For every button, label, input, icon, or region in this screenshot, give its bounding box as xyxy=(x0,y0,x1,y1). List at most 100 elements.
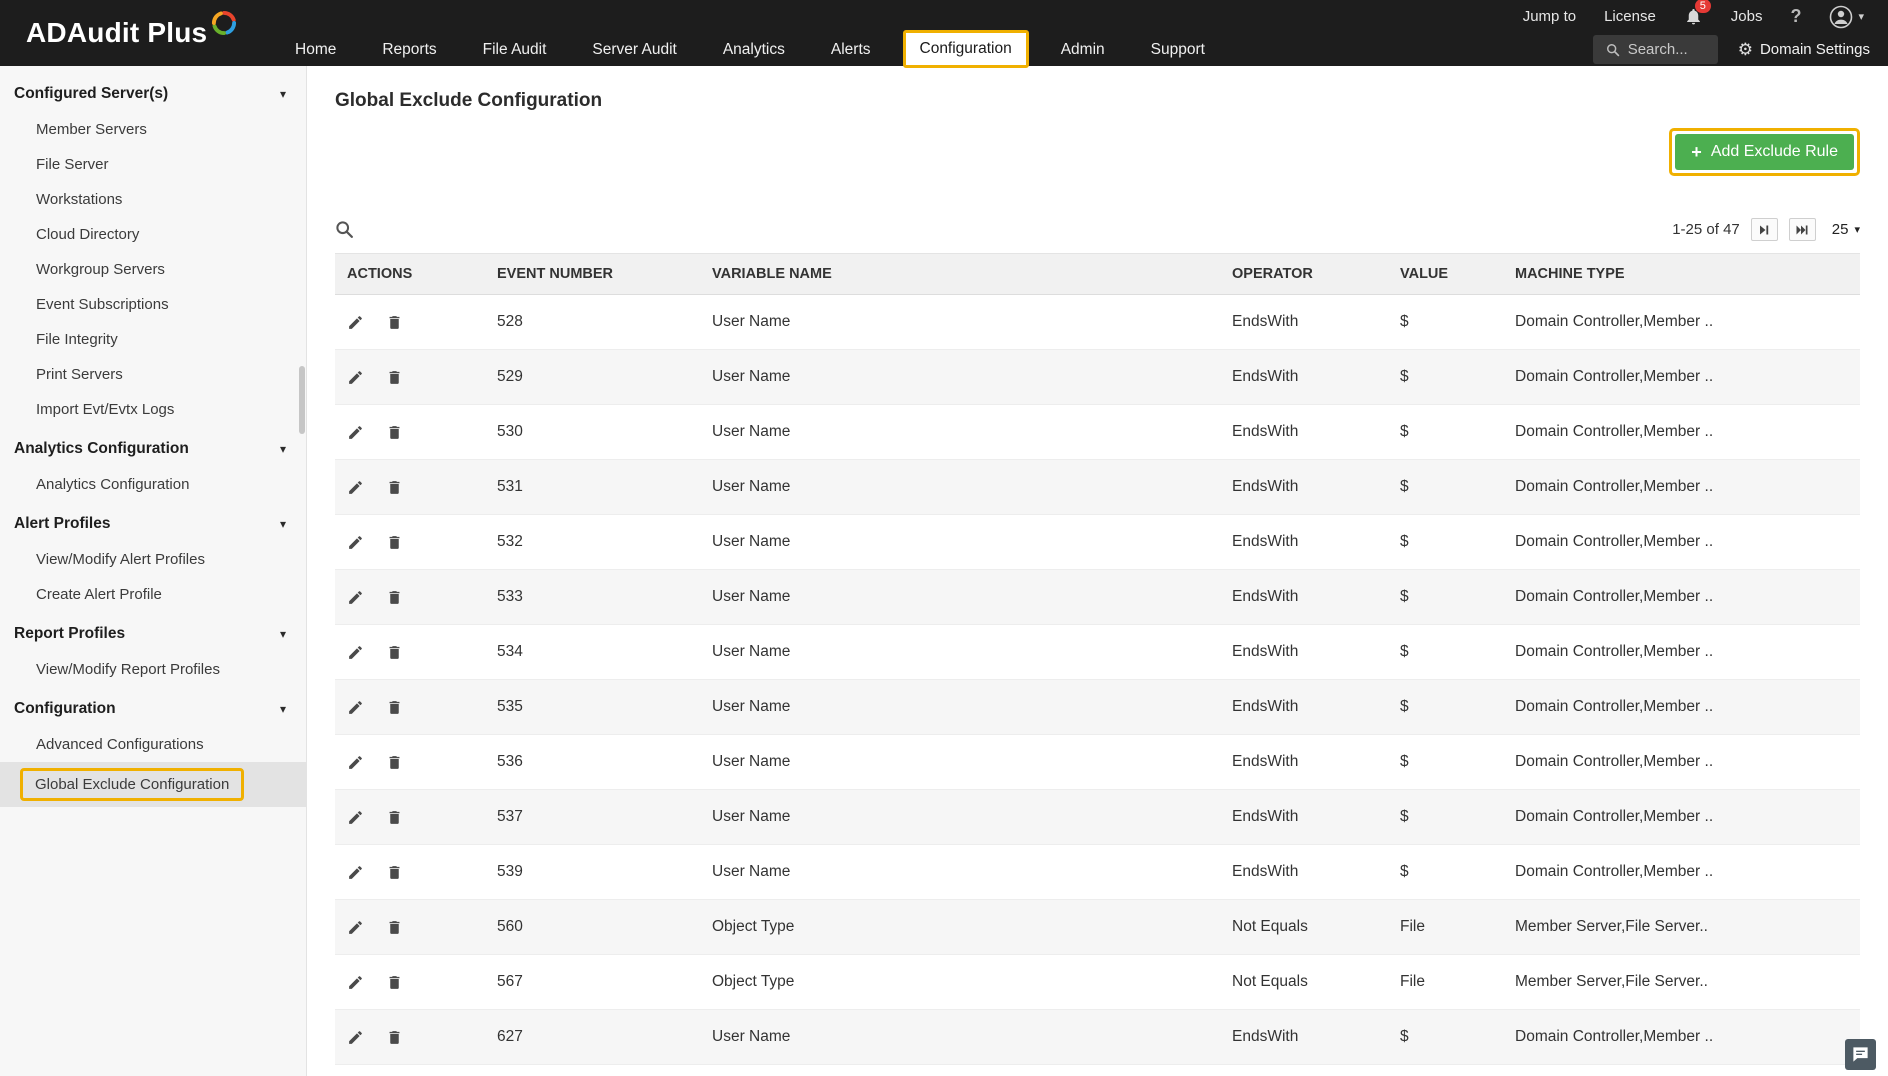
table-row xyxy=(335,1065,1860,1076)
nav-item-server-audit[interactable]: Server Audit xyxy=(569,33,699,66)
delete-icon[interactable] xyxy=(386,644,403,661)
delete-icon[interactable] xyxy=(386,864,403,881)
jobs-link[interactable]: Jobs xyxy=(1731,8,1763,25)
edit-icon[interactable] xyxy=(347,644,364,661)
delete-icon[interactable] xyxy=(386,424,403,441)
nav-item-support[interactable]: Support xyxy=(1128,33,1228,66)
edit-icon[interactable] xyxy=(347,479,364,496)
sidebar-item-workgroup-servers[interactable]: Workgroup Servers xyxy=(0,252,306,287)
sidebar-section-configuration[interactable]: Configuration▾ xyxy=(0,687,306,727)
table-search-button[interactable] xyxy=(335,220,354,239)
domain-settings-button[interactable]: ⚙ Domain Settings xyxy=(1738,40,1870,60)
table-row: 530User NameEndsWith$Domain Controller,M… xyxy=(335,405,1860,460)
sidebar-item-global-exclude-configuration[interactable]: Global Exclude Configuration xyxy=(0,762,306,807)
delete-icon[interactable] xyxy=(386,974,403,991)
sidebar-item-create-alert-profile[interactable]: Create Alert Profile xyxy=(0,577,306,612)
delete-icon[interactable] xyxy=(386,479,403,496)
cell-operator: Not Equals xyxy=(1220,955,1388,1010)
edit-icon[interactable] xyxy=(347,1029,364,1046)
row-actions xyxy=(347,589,473,606)
table-row: 536User NameEndsWith$Domain Controller,M… xyxy=(335,735,1860,790)
sidebar-section-alert-profiles[interactable]: Alert Profiles▾ xyxy=(0,502,306,542)
column-header-variable-name: VARIABLE NAME xyxy=(700,254,1220,295)
table-row: 534User NameEndsWith$Domain Controller,M… xyxy=(335,625,1860,680)
edit-icon[interactable] xyxy=(347,699,364,716)
delete-icon[interactable] xyxy=(386,589,403,606)
sidebar-item-advanced-configurations[interactable]: Advanced Configurations xyxy=(0,727,306,762)
edit-icon[interactable] xyxy=(347,809,364,826)
nav-item-home[interactable]: Home xyxy=(272,33,359,66)
table-row: 560Object TypeNot EqualsFileMember Serve… xyxy=(335,900,1860,955)
notification-badge: 5 xyxy=(1695,0,1711,13)
edit-icon[interactable] xyxy=(347,754,364,771)
license-link[interactable]: License xyxy=(1604,8,1656,25)
search-icon xyxy=(1606,43,1620,57)
sidebar-item-analytics-configuration[interactable]: Analytics Configuration xyxy=(0,467,306,502)
sidebar-item-cloud-directory[interactable]: Cloud Directory xyxy=(0,217,306,252)
user-menu-button[interactable]: ▾ xyxy=(1829,5,1864,29)
edit-icon[interactable] xyxy=(347,314,364,331)
sidebar-item-print-servers[interactable]: Print Servers xyxy=(0,357,306,392)
top-header: ADAudit Plus Jump to License 5 Jobs ? xyxy=(0,0,1888,66)
help-button[interactable]: ? xyxy=(1790,6,1801,27)
row-actions xyxy=(347,1029,473,1046)
sidebar-item-view-modify-alert-profiles[interactable]: View/Modify Alert Profiles xyxy=(0,542,306,577)
sidebar-section-report-profiles[interactable]: Report Profiles▾ xyxy=(0,612,306,652)
sidebar-item-label: Advanced Configurations xyxy=(36,736,204,753)
edit-icon[interactable] xyxy=(347,369,364,386)
cell-event-number: 539 xyxy=(485,845,700,900)
gear-icon: ⚙ xyxy=(1738,40,1753,60)
cell-value: $ xyxy=(1388,405,1503,460)
search-box[interactable]: Search... xyxy=(1593,35,1718,64)
delete-icon[interactable] xyxy=(386,314,403,331)
sidebar-item-view-modify-report-profiles[interactable]: View/Modify Report Profiles xyxy=(0,652,306,687)
delete-icon[interactable] xyxy=(386,919,403,936)
nav-item-file-audit[interactable]: File Audit xyxy=(460,33,570,66)
sidebar-section-analytics-configuration[interactable]: Analytics Configuration▾ xyxy=(0,427,306,467)
sidebar-item-label: File Integrity xyxy=(36,331,118,348)
sidebar-item-file-server[interactable]: File Server xyxy=(0,147,306,182)
sidebar-item-label: Workstations xyxy=(36,191,122,208)
nav-item-reports[interactable]: Reports xyxy=(359,33,459,66)
nav-item-analytics[interactable]: Analytics xyxy=(700,33,808,66)
cell-machine-type: Domain Controller,Member .. xyxy=(1503,1010,1860,1065)
nav-item-alerts[interactable]: Alerts xyxy=(808,33,894,66)
delete-icon[interactable] xyxy=(386,809,403,826)
nav-item-configuration[interactable]: Configuration xyxy=(903,30,1029,68)
edit-icon[interactable] xyxy=(347,864,364,881)
last-page-button[interactable] xyxy=(1789,218,1816,241)
cell-value: $ xyxy=(1388,680,1503,735)
next-page-button[interactable] xyxy=(1751,218,1778,241)
sidebar-item-import-evt-evtx-logs[interactable]: Import Evt/Evtx Logs xyxy=(0,392,306,427)
edit-icon[interactable] xyxy=(347,919,364,936)
edit-icon[interactable] xyxy=(347,424,364,441)
nav-item-admin[interactable]: Admin xyxy=(1038,33,1128,66)
sidebar-nav: Configured Server(s)▾Member ServersFile … xyxy=(0,72,306,807)
delete-icon[interactable] xyxy=(386,754,403,771)
delete-icon[interactable] xyxy=(386,1029,403,1046)
sidebar-section-label: Analytics Configuration xyxy=(14,440,189,458)
delete-icon[interactable] xyxy=(386,369,403,386)
page-size-select[interactable]: 25 ▾ xyxy=(1832,221,1860,238)
edit-icon[interactable] xyxy=(347,974,364,991)
edit-icon[interactable] xyxy=(347,534,364,551)
table-row: 532User NameEndsWith$Domain Controller,M… xyxy=(335,515,1860,570)
feedback-chat-button[interactable] xyxy=(1845,1039,1876,1070)
cell-value: File xyxy=(1388,955,1503,1010)
cell-machine-type: Domain Controller,Member .. xyxy=(1503,405,1860,460)
delete-icon[interactable] xyxy=(386,699,403,716)
sidebar-item-event-subscriptions[interactable]: Event Subscriptions xyxy=(0,287,306,322)
notifications-button[interactable]: 5 xyxy=(1684,7,1703,26)
chevron-down-icon: ▾ xyxy=(280,627,286,641)
sidebar-item-member-servers[interactable]: Member Servers xyxy=(0,112,306,147)
sidebar-item-workstations[interactable]: Workstations xyxy=(0,182,306,217)
search-placeholder: Search... xyxy=(1628,41,1688,58)
cell-operator: EndsWith xyxy=(1220,295,1388,350)
sidebar-item-file-integrity[interactable]: File Integrity xyxy=(0,322,306,357)
edit-icon[interactable] xyxy=(347,589,364,606)
add-exclude-rule-button[interactable]: + Add Exclude Rule xyxy=(1675,134,1854,170)
sidebar-scrollbar-thumb[interactable] xyxy=(299,366,305,434)
delete-icon[interactable] xyxy=(386,534,403,551)
jump-to-link[interactable]: Jump to xyxy=(1523,8,1576,25)
sidebar-section-configured-server-s[interactable]: Configured Server(s)▾ xyxy=(0,72,306,112)
